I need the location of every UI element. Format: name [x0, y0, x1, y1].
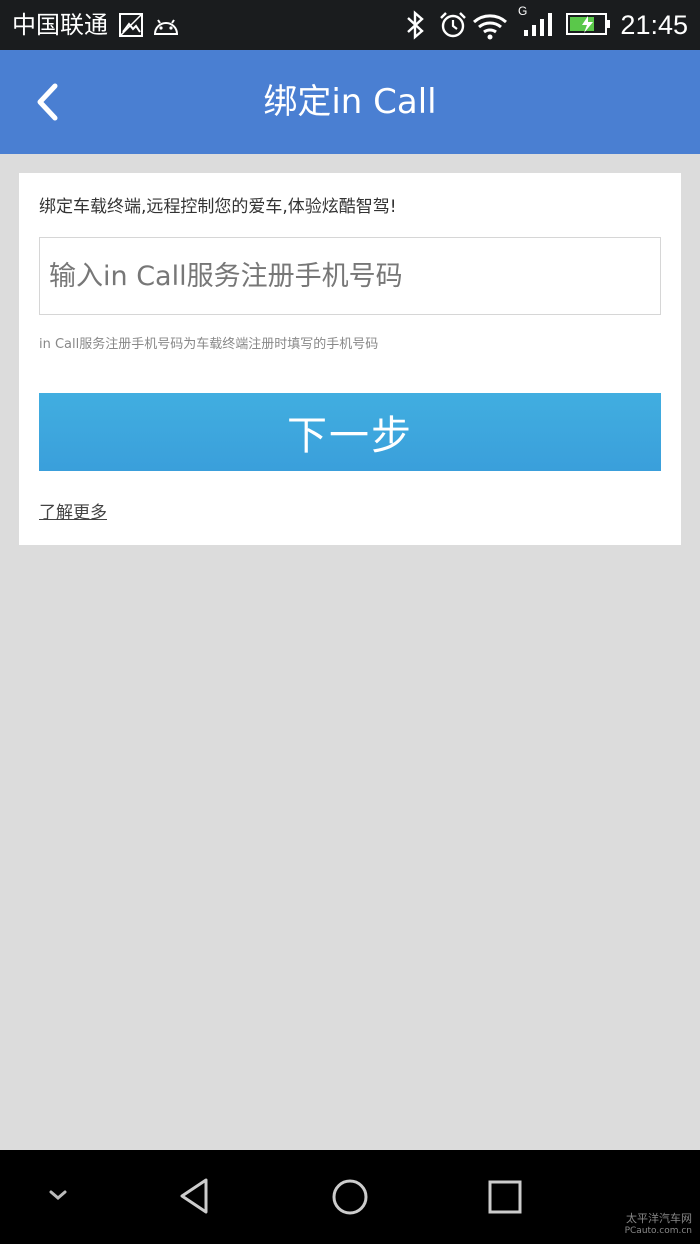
wifi-icon: [473, 14, 507, 40]
system-nav-bar: 太平洋汽车网 PCauto.com.cn: [0, 1150, 700, 1244]
phone-number-input[interactable]: [39, 237, 661, 315]
watermark-line2: PCauto.com.cn: [624, 1226, 692, 1236]
bluetooth-icon: [407, 10, 424, 40]
android-icon: [153, 19, 179, 35]
hint-text: in Call服务注册手机号码为车载终端注册时填写的手机号码: [39, 337, 379, 352]
intro-text: 绑定车载终端,远程控制您的爱车,体验炫酷智驾!: [39, 197, 397, 217]
bind-form-card: 绑定车载终端,远程控制您的爱车,体验炫酷智驾! in Call服务注册手机号码为…: [19, 173, 681, 545]
status-bar: 中国联通 G 21:45: [0, 0, 700, 50]
alarm-icon: [440, 12, 466, 38]
watermark-line1: 太平洋汽车网: [626, 1212, 692, 1225]
home-circle-icon[interactable]: [330, 1177, 370, 1217]
collapse-icon[interactable]: [46, 1186, 70, 1204]
battery-charging-icon: [566, 13, 610, 35]
carrier-name: 中国联通: [12, 11, 108, 39]
learn-more-link[interactable]: 了解更多: [39, 501, 107, 525]
next-step-button[interactable]: 下一步: [39, 393, 661, 471]
chevron-left-icon[interactable]: [22, 72, 78, 132]
app-bar: 绑定in Call: [0, 50, 700, 154]
page-title: 绑定in Call: [263, 82, 437, 122]
signal-icon: [524, 13, 552, 36]
watermark: 太平洋汽车网 PCauto.com.cn: [625, 1213, 692, 1237]
clock: 21:45: [620, 10, 688, 40]
back-triangle-icon[interactable]: [174, 1176, 214, 1216]
recents-square-icon[interactable]: [487, 1179, 523, 1215]
gallery-icon: [119, 13, 143, 37]
